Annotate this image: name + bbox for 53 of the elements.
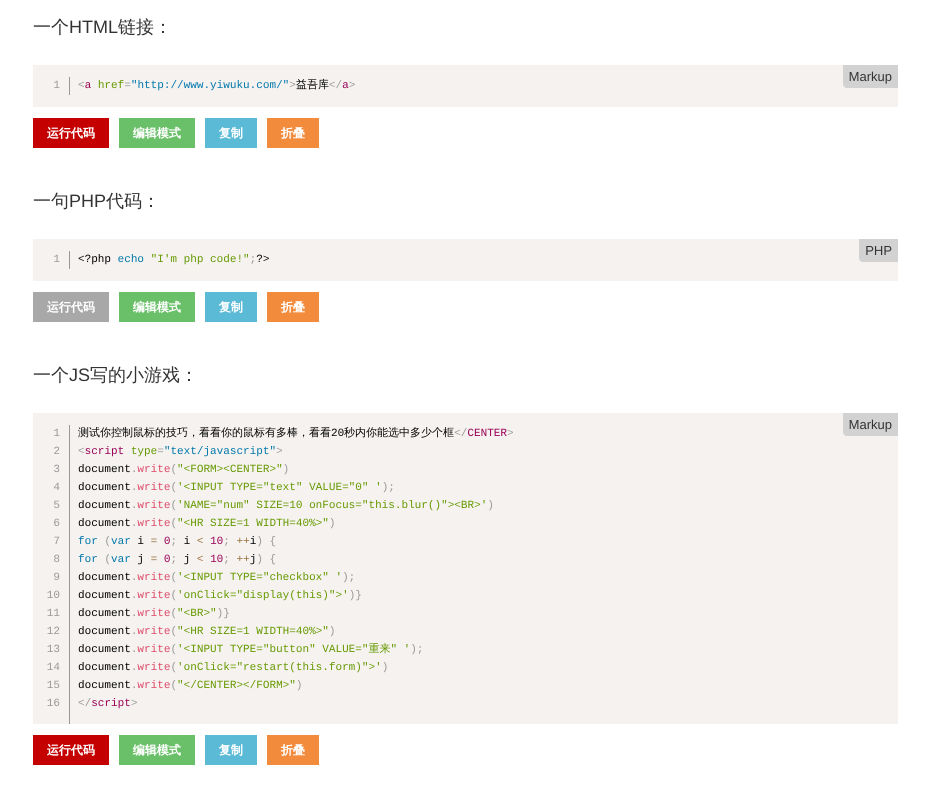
code-line: document.write('<INPUT TYPE="text" VALUE="0" '); — [78, 480, 395, 496]
code-line: <script type="text/javascript"> — [78, 444, 283, 460]
section-heading: 一个HTML链接： — [33, 16, 173, 39]
code-line: document.write("<HR SIZE=1 WIDTH=40%>") — [78, 516, 336, 532]
section-heading: 一个JS写的小游戏： — [33, 364, 200, 387]
code-line: <a href="http://www.yiwuku.com/">益吾库</a> — [78, 78, 356, 94]
language-label: Markup — [842, 65, 898, 88]
line-number: 1 — [53, 252, 60, 268]
code-line: document.write('NAME="num" SIZE=10 onFocus="this.blur()"><BR>') — [78, 498, 494, 514]
line-number: 8 — [53, 552, 60, 568]
line-number: 1 — [53, 426, 60, 442]
line-number: 13 — [46, 642, 60, 658]
line-number: 16 — [46, 696, 60, 712]
line-number: 15 — [46, 678, 60, 694]
fold-button[interactable]: 折叠 — [267, 292, 319, 322]
code-line: document.write('<INPUT TYPE="checkbox" '); — [78, 570, 356, 586]
code-line: <?php echo "I'm php code!";?> — [78, 252, 270, 268]
code-line: document.write("<BR>")} — [78, 606, 230, 622]
run-button[interactable]: 运行代码 — [33, 735, 109, 765]
code-line: document.write('onClick="restart(this.form)">') — [78, 660, 388, 676]
language-label: PHP — [859, 239, 898, 262]
copy-button[interactable]: 复制 — [205, 292, 257, 322]
run-button[interactable]: 运行代码 — [33, 118, 109, 148]
copy-button[interactable]: 复制 — [205, 735, 257, 765]
fold-button[interactable]: 折叠 — [267, 118, 319, 148]
code-line: document.write('onClick="display(this)">')} — [78, 588, 362, 604]
code-line: document.write("</CENTER></FORM>") — [78, 678, 302, 694]
line-number: 10 — [46, 588, 60, 604]
fold-button[interactable]: 折叠 — [267, 735, 319, 765]
line-number: 7 — [53, 534, 60, 550]
code-line: document.write("<FORM><CENTER>") — [78, 462, 290, 478]
line-number: 4 — [53, 480, 60, 496]
line-number: 9 — [53, 570, 60, 586]
edit-button[interactable]: 编辑模式 — [119, 292, 195, 322]
code-line: document.write('<INPUT TYPE="button" VALUE="重来" '); — [78, 642, 424, 658]
line-number: 3 — [53, 462, 60, 478]
code-line: document.write("<HR SIZE=1 WIDTH=40%>") — [78, 624, 336, 640]
line-number: 1 — [53, 78, 60, 94]
section-heading: 一句PHP代码： — [33, 190, 162, 213]
code-line: for (var j = 0; j < 10; ++j) { — [78, 552, 276, 568]
language-label: Markup — [842, 413, 898, 436]
line-number: 2 — [53, 444, 60, 460]
code-line: for (var i = 0; i < 10; ++i) { — [78, 534, 276, 550]
edit-button[interactable]: 编辑模式 — [119, 735, 195, 765]
line-number: 11 — [46, 606, 60, 622]
line-number: 5 — [53, 498, 60, 514]
code-line: 测试你控制鼠标的技巧，看看你的鼠标有多棒，看看20秒内你能选中多少个框</CENTER> — [78, 426, 514, 442]
line-number: 6 — [53, 516, 60, 532]
edit-button[interactable]: 编辑模式 — [119, 118, 195, 148]
line-number: 12 — [46, 624, 60, 640]
copy-button[interactable]: 复制 — [205, 118, 257, 148]
line-number: 14 — [46, 660, 60, 676]
code-line: </script> — [78, 696, 138, 712]
